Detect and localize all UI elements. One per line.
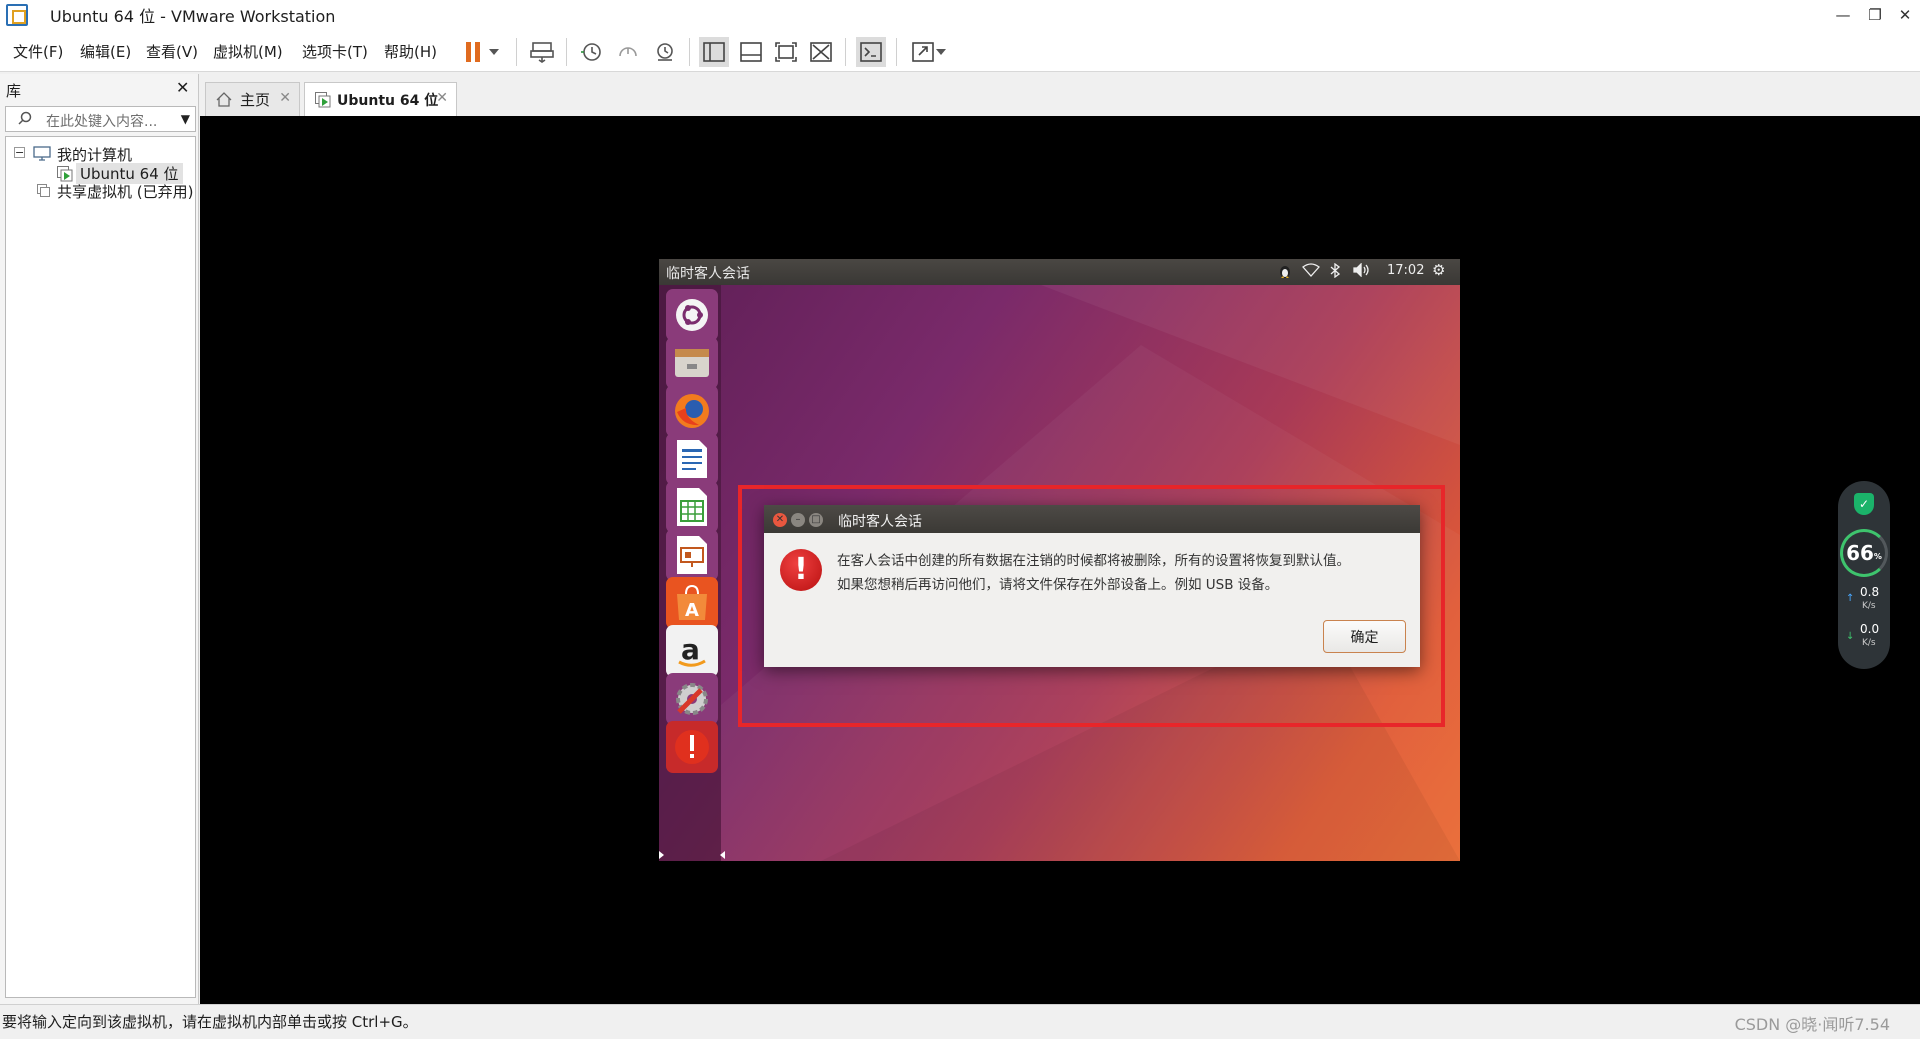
send-ctrl-alt-del-icon[interactable] xyxy=(527,37,557,67)
tux-icon[interactable] xyxy=(1277,263,1293,283)
tab-close-icon[interactable]: ✕ xyxy=(436,90,448,106)
search-icon xyxy=(18,111,32,125)
ok-button[interactable]: 确定 xyxy=(1323,620,1406,653)
guest-panel-title: 临时客人会话 xyxy=(666,266,750,282)
title-bar: Ubuntu 64 位 - VMware Workstation — ❐ ✕ xyxy=(0,0,1920,30)
libreoffice-writer-icon[interactable] xyxy=(666,433,718,485)
guest-clock[interactable]: 17:02 xyxy=(1387,263,1424,278)
system-settings-icon[interactable] xyxy=(666,673,718,725)
vm-running-icon xyxy=(315,91,331,107)
dialog-minimize-icon[interactable]: – xyxy=(791,513,805,527)
window-title: Ubuntu 64 位 - VMware Workstation xyxy=(50,7,336,26)
ubuntu-dash-icon[interactable] xyxy=(666,289,718,341)
library-search-input[interactable]: 在此处键入内容... ▼ xyxy=(5,106,196,132)
ubuntu-software-icon[interactable]: A xyxy=(666,577,718,629)
menu-tabs[interactable]: 选项卡(T) xyxy=(302,41,368,62)
status-bar: 要将输入定向到该虚拟机，请在虚拟机内部单击或按 Ctrl+G。 CSDN @晓·… xyxy=(0,1004,1920,1039)
vm-running-icon xyxy=(57,166,73,182)
library-title: 库 xyxy=(6,82,22,100)
dialog-maximize-icon[interactable]: □ xyxy=(809,513,823,527)
tab-close-icon[interactable]: ✕ xyxy=(279,90,291,106)
tree-item-shared-vms[interactable]: 共享虚拟机 (已弃用) xyxy=(57,181,193,202)
library-tree: − 我的计算机 Ubuntu 64 位 共享虚拟机 (已弃用) xyxy=(5,136,196,998)
dialog-message-line2: 如果您想稍后再访问他们，请将文件保存在外部设备上。例如 USB 设备。 xyxy=(837,577,1279,593)
dialog-close-icon[interactable]: ✕ xyxy=(773,513,787,527)
stretch-dropdown-icon[interactable] xyxy=(932,37,950,67)
dialog-message-line1: 在客人会话中创建的所有数据在注销的时候都将被删除，所有的设置将恢复到默认值。 xyxy=(837,553,1350,569)
console-view-icon[interactable] xyxy=(856,37,886,67)
thumbnail-bar-icon[interactable] xyxy=(736,37,766,67)
system-gear-icon[interactable]: ⚙ xyxy=(1432,261,1445,279)
revert-snapshot-icon[interactable] xyxy=(613,37,643,67)
guest-session-dialog: ✕ – □ 临时客人会话 ! 在客人会话中创建的所有数据在注销的时候都将被删除，… xyxy=(764,505,1420,667)
libreoffice-impress-icon[interactable] xyxy=(666,529,718,581)
collapse-icon[interactable]: − xyxy=(14,147,25,158)
tab-vm[interactable]: Ubuntu 64 位 ✕ xyxy=(304,82,457,116)
upload-arrow-icon: ↑ xyxy=(1846,593,1855,604)
status-message: 要将输入定向到该虚拟机，请在虚拟机内部单击或按 Ctrl+G。 xyxy=(2,1013,418,1031)
tab-home-label: 主页 xyxy=(240,91,271,109)
svg-text:a: a xyxy=(681,633,700,666)
library-panel: 库 ✕ 在此处键入内容... ▼ − 我的计算机 Ubuntu 64 位 共享虚… xyxy=(0,74,199,1004)
menu-edit[interactable]: 编辑(E) xyxy=(80,41,131,62)
download-arrow-icon: ↓ xyxy=(1846,631,1855,642)
unity-mode-icon[interactable] xyxy=(806,37,836,67)
close-button[interactable]: ✕ xyxy=(1882,0,1920,30)
shield-icon: ✓ xyxy=(1854,493,1874,515)
home-icon xyxy=(216,92,232,107)
watermark: CSDN @晓·闻听7.54 xyxy=(1734,1015,1890,1034)
menu-vm[interactable]: 虚拟机(M) xyxy=(213,41,283,62)
pause-dropdown-icon[interactable] xyxy=(485,37,503,67)
dialog-title-bar: ✕ – □ 临时客人会话 xyxy=(764,505,1420,533)
error-indicator-icon[interactable] xyxy=(666,721,718,773)
guest-top-panel: 临时客人会话 17:02 ⚙ xyxy=(659,259,1460,285)
security-score-value: 66 xyxy=(1846,541,1874,565)
dialog-title: 临时客人会话 xyxy=(838,514,922,530)
upload-rate-unit: K/s xyxy=(1862,601,1876,611)
files-icon[interactable] xyxy=(666,337,718,389)
menu-toolbar: 文件(F) 编辑(E) 查看(V) 虚拟机(M) 选项卡(T) 帮助(H) xyxy=(0,30,1920,72)
libreoffice-calc-icon[interactable] xyxy=(666,481,718,533)
bluetooth-icon[interactable] xyxy=(1330,262,1341,282)
firefox-icon[interactable] xyxy=(666,385,718,437)
tab-home[interactable]: 主页 ✕ xyxy=(205,82,300,116)
menu-help[interactable]: 帮助(H) xyxy=(384,41,437,62)
menu-file[interactable]: 文件(F) xyxy=(13,41,63,62)
snapshot-icon[interactable] xyxy=(576,37,606,67)
tab-vm-label: Ubuntu 64 位 xyxy=(337,92,439,109)
launcher-active-arrow-icon xyxy=(659,851,664,859)
vmware-logo-icon xyxy=(6,4,28,26)
shared-vm-icon xyxy=(37,184,50,197)
security-widget[interactable]: ✓ 66% ↑ 0.8 K/s ↓ 0.0 K/s xyxy=(1838,481,1890,669)
amazon-icon[interactable]: a xyxy=(666,625,718,677)
svg-text:A: A xyxy=(685,600,699,621)
launcher-active-arrow-icon xyxy=(720,851,725,859)
network-icon[interactable] xyxy=(1302,263,1320,281)
computer-icon xyxy=(33,146,51,161)
full-screen-icon[interactable] xyxy=(771,37,801,67)
security-score: 66% xyxy=(1840,529,1888,577)
upload-rate: 0.8 xyxy=(1860,585,1880,599)
error-icon: ! xyxy=(780,549,822,591)
show-library-icon[interactable] xyxy=(699,37,729,67)
tree-item-my-computer[interactable]: 我的计算机 xyxy=(57,144,132,165)
volume-icon[interactable] xyxy=(1353,262,1371,281)
chevron-down-icon[interactable]: ▼ xyxy=(181,112,190,126)
guest-launcher: A a xyxy=(659,285,725,861)
snapshot-manager-icon[interactable] xyxy=(650,37,680,67)
close-icon[interactable]: ✕ xyxy=(176,78,189,97)
menu-view[interactable]: 查看(V) xyxy=(146,41,198,62)
download-rate: 0.0 xyxy=(1860,622,1880,636)
security-score-unit: % xyxy=(1873,551,1882,561)
tab-bar: 主页 ✕ Ubuntu 64 位 ✕ xyxy=(200,74,1920,116)
search-placeholder: 在此处键入内容... xyxy=(46,114,158,130)
download-rate-unit: K/s xyxy=(1862,638,1876,648)
